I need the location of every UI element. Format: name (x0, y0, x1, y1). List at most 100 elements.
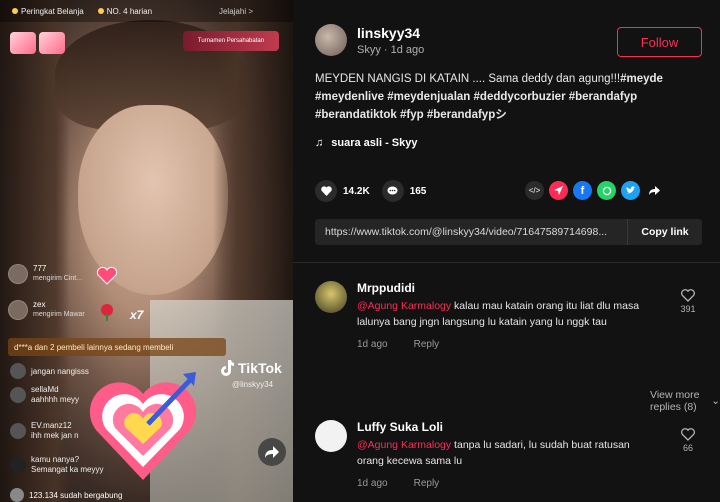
joined-text: 123.134 sudah bergabung (29, 490, 123, 500)
post-panel: linskyy34 Skyy · 1d ago Follow MEYDEN NA… (293, 0, 720, 502)
joined-notice: 123.134 sudah bergabung (10, 488, 122, 502)
whatsapp-icon[interactable] (597, 181, 616, 200)
comment-icon (381, 180, 404, 202)
hashtag-link[interactable]: #meydenlive #meydenjualan #deddycorbuzie… (315, 91, 637, 103)
more-share-icon[interactable] (645, 181, 664, 200)
like-count: 14.2K (343, 185, 370, 197)
buyers-banner[interactable]: d***a dan 2 pembeli lainnya sedang membe… (8, 338, 226, 356)
like-button[interactable]: 14.2K (315, 180, 370, 202)
share-button[interactable] (258, 438, 286, 466)
heart-outline-icon (681, 428, 695, 441)
author-info[interactable]: linskyy34 Skyy · 1d ago (315, 24, 424, 56)
music-link[interactable]: ♫ suara asli - Skyy (315, 137, 417, 149)
daily-rank-label: NO. 4 harian (106, 6, 153, 16)
heart-icon (315, 180, 337, 202)
live-comment: EV.manz12 ihh mek jan n (10, 421, 79, 441)
gift-chat-row: 777 mengirim Cint... (8, 264, 82, 284)
reply-button[interactable]: Reply (414, 339, 440, 350)
view-more-label: View more replies (8) (650, 389, 700, 413)
comment-like-count: 391 (680, 304, 696, 314)
view-more-replies[interactable]: View more replies (8) ⌄ (650, 389, 720, 413)
chat-gift-text: mengirim Cint... (33, 275, 83, 282)
comment-time: 1d ago (357, 339, 388, 350)
comment-like-button[interactable]: 391 (677, 289, 699, 314)
avatar (10, 423, 26, 439)
facebook-icon[interactable]: f (573, 181, 592, 200)
share-arrow-icon (265, 446, 279, 458)
share-options: </> f (525, 181, 664, 200)
comment-like-count: 66 (682, 443, 693, 453)
author-avatar[interactable] (315, 24, 347, 56)
divider (293, 262, 720, 263)
author-meta: Skyy · 1d ago (357, 43, 425, 56)
embed-icon[interactable]: </> (525, 181, 544, 200)
hashtag-link[interactable]: #berandatiktok #fyp #berandafypシ (315, 109, 507, 121)
heart-gift-icon (96, 266, 118, 285)
live-comment-text: jangan nangisss (31, 366, 89, 376)
video-url[interactable]: https://www.tiktok.com/@linskyy34/video/… (315, 226, 627, 238)
follow-button[interactable]: Follow (617, 27, 702, 57)
live-top-strip: Peringkat Belanja NO. 4 harian Jelajahi … (0, 0, 293, 22)
send-to-friends-icon[interactable] (549, 181, 568, 200)
comment-mention[interactable]: @Agung Karmalogy (357, 439, 451, 451)
live-comment-text: ihh mek jan n (31, 431, 79, 440)
comment-text: @Agung Karmalogy tanpa lu sadari, lu sud… (357, 437, 657, 469)
daily-rank-chip[interactable]: NO. 4 harian (97, 6, 153, 16)
rose-gift-icon (101, 304, 113, 321)
twitter-icon[interactable] (621, 181, 640, 200)
gift-multiplier: x7 (130, 308, 144, 322)
avatar (8, 264, 28, 284)
gift-box-icon[interactable] (39, 32, 65, 54)
explore-link[interactable]: Jelajahi > (219, 7, 253, 16)
live-video[interactable]: Peringkat Belanja NO. 4 harian Jelajahi … (0, 0, 293, 502)
chat-gift-text: mengirim Mawar (33, 311, 85, 318)
heart-outline-icon (681, 289, 695, 302)
avatar (10, 363, 26, 379)
gift-box-icon[interactable] (10, 32, 36, 54)
avatar[interactable] (315, 420, 347, 452)
live-comment-user: sellaMd (31, 385, 59, 394)
live-comment: jangan nangisss (10, 363, 89, 379)
ranking-icon (12, 8, 18, 14)
comment-author[interactable]: Mrppudidi (357, 281, 657, 295)
copy-link-button[interactable]: Copy link (627, 219, 702, 245)
comment-button[interactable]: 165 (381, 180, 427, 202)
ranking-chip[interactable]: Peringkat Belanja (12, 7, 84, 16)
avatar (8, 300, 28, 320)
live-comment-user: EV.manz12 (31, 421, 72, 430)
live-comment: sellaMd aahhhh meyy (10, 385, 79, 405)
comment-author[interactable]: Luffy Suka Loli (357, 420, 657, 434)
gift-badges (10, 32, 65, 54)
hashtag-link[interactable]: #meyde (620, 73, 663, 85)
engagement-stats: 14.2K 165 (315, 180, 426, 202)
avatar (10, 488, 24, 502)
chat-username: 777 (33, 264, 47, 273)
author-username[interactable]: linskyy34 (357, 25, 424, 41)
comment-like-button[interactable]: 66 (677, 428, 699, 453)
ranking-label: Peringkat Belanja (21, 6, 84, 16)
chevron-down-icon: ⌄ (711, 395, 720, 407)
live-comment-user: kamu nanya? (31, 455, 80, 464)
gift-chat-row: zex mengirim Mawar (8, 300, 85, 320)
avatar (10, 457, 26, 473)
comment-count: 165 (409, 185, 427, 197)
avatar (10, 387, 26, 403)
tiktok-logo-icon (221, 360, 234, 376)
caption-text: MEYDEN NANGIS DI KATAIN .... Sama deddy … (315, 73, 621, 85)
chat-username: zex (33, 300, 46, 309)
comment-mention[interactable]: @Agung Karmalogy (357, 300, 451, 312)
tournament-banner[interactable]: Turnamen Persahabatan (183, 31, 279, 51)
comment-item: Luffy Suka Loli @Agung Karmalogy tanpa l… (315, 420, 705, 500)
tiktok-post-view: Peringkat Belanja NO. 4 harian Jelajahi … (0, 0, 720, 502)
live-comment-text: aahhhh meyy (31, 395, 80, 404)
music-note-icon: ♫ (315, 137, 324, 149)
reply-button[interactable]: Reply (414, 478, 440, 489)
tiktok-brand-text: TikTok (238, 360, 282, 376)
watermark-username: @linskyy34 (232, 380, 274, 389)
trophy-icon (97, 8, 104, 14)
avatar[interactable] (315, 281, 347, 313)
link-box: https://www.tiktok.com/@linskyy34/video/… (315, 219, 702, 245)
heart-target-gift-icon (89, 372, 197, 480)
comment-time: 1d ago (357, 478, 388, 489)
tiktok-watermark: TikTok (220, 360, 282, 376)
